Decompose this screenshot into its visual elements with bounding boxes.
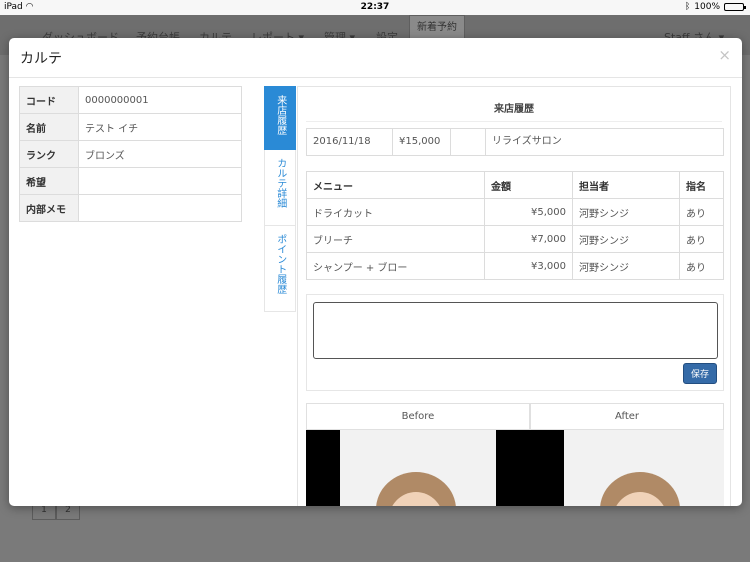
info-label: 内部メモ xyxy=(19,194,79,222)
photo-comparison: Before After xyxy=(306,403,724,506)
info-label: コード xyxy=(19,86,79,114)
memo-section: 保存 xyxy=(306,294,724,391)
info-label: ランク xyxy=(19,140,79,168)
table-row: コード 0000000001 xyxy=(19,86,242,114)
info-value xyxy=(78,194,242,222)
menu-nominated: あり xyxy=(679,252,724,280)
table-row: 内部メモ xyxy=(19,194,242,222)
table-row: 名前 テスト イチ xyxy=(19,113,242,141)
column-header: 金額 xyxy=(484,171,573,199)
tab-karte-detail[interactable]: カルテ詳細 xyxy=(264,150,296,226)
menu-nominated: あり xyxy=(679,198,724,226)
info-label: 希望 xyxy=(19,167,79,195)
visit-history-panel: 来店履歴 2016/11/18 ¥15,000 リライズサロン メニュー 金額 … xyxy=(297,86,731,506)
face-image xyxy=(600,472,680,506)
customer-info-table: コード 0000000001 名前 テスト イチ ランク ブロンズ 希望 内部メ… xyxy=(19,86,242,222)
face-image xyxy=(376,472,456,506)
visit-amount: ¥15,000 xyxy=(393,129,451,155)
tab-point-history[interactable]: ポイント履歴 xyxy=(264,226,296,312)
info-value: ブロンズ xyxy=(78,140,242,168)
info-value: 0000000001 xyxy=(78,86,242,114)
vertical-tabs: 来店履歴 カルテ詳細 ポイント履歴 xyxy=(264,86,296,312)
bluetooth-icon: ᛒ xyxy=(684,2,691,12)
table-row: シャンプー + ブロー ¥3,000 河野シンジ あり xyxy=(306,252,724,280)
table-row: ランク ブロンズ xyxy=(19,140,242,168)
status-bar: iPad ◠ 22:37 ᛒ 100% xyxy=(0,0,750,15)
after-header: After xyxy=(530,403,724,430)
close-icon[interactable]: × xyxy=(718,46,731,64)
menu-staff: 河野シンジ xyxy=(572,225,680,253)
divider xyxy=(306,121,722,122)
menu-price: ¥7,000 xyxy=(484,225,573,253)
info-label: 名前 xyxy=(19,113,79,141)
info-value: テスト イチ xyxy=(78,113,242,141)
menu-price: ¥3,000 xyxy=(484,252,573,280)
table-row: 希望 xyxy=(19,167,242,195)
column-header: メニュー xyxy=(306,171,485,199)
panel-title: 来店履歴 xyxy=(494,104,534,115)
menu-name: シャンプー + ブロー xyxy=(306,252,485,280)
menu-nominated: あり xyxy=(679,225,724,253)
table-row: ドライカット ¥5,000 河野シンジ あり xyxy=(306,198,724,226)
save-button[interactable]: 保存 xyxy=(683,363,717,384)
before-photo[interactable] xyxy=(306,430,530,506)
status-right: ᛒ 100% xyxy=(684,2,746,12)
visit-salon: リライズサロン xyxy=(492,136,562,147)
column-header: 担当者 xyxy=(572,171,680,199)
after-photo[interactable] xyxy=(530,430,724,506)
status-time: 22:37 xyxy=(360,2,390,12)
visit-extra xyxy=(451,129,486,155)
before-header: Before xyxy=(306,403,530,430)
tab-label: ポイント履歴 xyxy=(274,234,286,294)
menu-name: ブリーチ xyxy=(306,225,485,253)
tab-label: 来店履歴 xyxy=(274,95,286,135)
column-header: 指名 xyxy=(679,171,724,199)
menu-table: メニュー 金額 担当者 指名 ドライカット ¥5,000 河野シンジ あり ブリ… xyxy=(306,171,724,280)
battery-percent: 100% xyxy=(694,2,720,12)
visit-date: 2016/11/18 xyxy=(307,129,393,155)
karte-modal: カルテ × コード 0000000001 名前 テスト イチ ランク ブロンズ … xyxy=(9,38,742,506)
menu-staff: 河野シンジ xyxy=(572,252,680,280)
tab-visit-history[interactable]: 来店履歴 xyxy=(264,86,296,150)
memo-textarea[interactable] xyxy=(313,302,718,359)
battery-icon xyxy=(724,3,746,11)
menu-staff: 河野シンジ xyxy=(572,198,680,226)
menu-name: ドライカット xyxy=(306,198,485,226)
modal-header: カルテ × xyxy=(9,38,742,78)
table-header-row: メニュー 金額 担当者 指名 xyxy=(306,171,724,199)
menu-price: ¥5,000 xyxy=(484,198,573,226)
visit-summary-row[interactable]: 2016/11/18 ¥15,000 リライズサロン xyxy=(306,128,724,156)
tab-label: カルテ詳細 xyxy=(274,158,286,208)
info-value xyxy=(78,167,242,195)
modal-title: カルテ xyxy=(20,51,62,67)
table-row: ブリーチ ¥7,000 河野シンジ あり xyxy=(306,225,724,253)
